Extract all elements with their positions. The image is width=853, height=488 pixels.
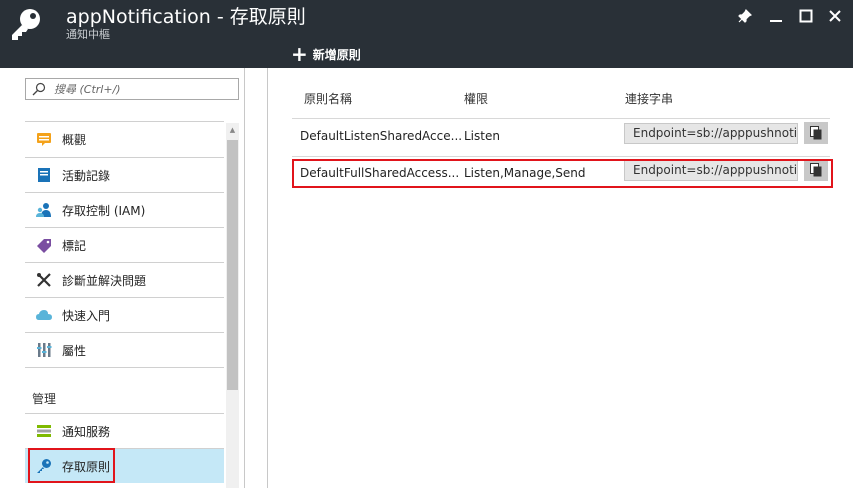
column-header-connection-string: 連接字串	[625, 92, 674, 106]
iam-icon	[36, 202, 52, 218]
overview-icon	[36, 131, 52, 147]
search-box[interactable]	[25, 78, 239, 100]
divider	[292, 118, 830, 119]
key-icon	[12, 9, 40, 40]
nav-item-label: 屬性	[62, 343, 87, 358]
properties-icon	[36, 342, 52, 358]
nav-item-label: 通知服務	[62, 424, 111, 439]
table-row[interactable]: DefaultFullSharedAccess... Listen,Manage…	[292, 157, 828, 191]
column-header-policy-name: 原則名稱	[304, 92, 353, 106]
copy-icon	[810, 126, 822, 140]
nav-item-label: 存取原則	[62, 459, 111, 474]
connection-string-field[interactable]: Endpoint=sb://apppushnoti	[624, 160, 798, 181]
connection-string-field[interactable]: Endpoint=sb://apppushnoti	[624, 123, 798, 144]
scroll-up-icon[interactable]: ▲	[226, 123, 239, 137]
page-subtitle: 通知中樞	[66, 28, 110, 41]
blade-header: appNotification - 存取原則 通知中樞 + 新增原則	[0, 0, 853, 68]
nav-item-diagnose[interactable]: 診斷並解決問題	[25, 263, 224, 297]
resource-menu: 概觀 活動記錄 存取控制 (IAM) 標記 診斷並解決問題	[0, 68, 245, 488]
wrench-icon	[36, 272, 52, 288]
search-input[interactable]	[54, 80, 234, 98]
search-icon	[32, 82, 46, 96]
policy-permissions: Listen,Manage,Send	[464, 166, 586, 180]
minimize-icon[interactable]	[766, 6, 786, 26]
nav-item-notification-services[interactable]: 通知服務	[25, 414, 224, 448]
nav-item-label: 概觀	[62, 132, 87, 147]
policies-pane: 原則名稱 權限 連接字串 DefaultListenSharedAcce... …	[268, 68, 853, 488]
nav-item-label: 快速入門	[62, 308, 111, 323]
copy-button[interactable]	[804, 159, 828, 181]
nav-item-label: 標記	[62, 238, 87, 253]
plus-icon: +	[291, 42, 308, 66]
copy-button[interactable]	[804, 122, 828, 144]
page-title: appNotification - 存取原則	[66, 6, 306, 28]
nav-item-tags[interactable]: 標記	[25, 228, 224, 262]
nav-item-access-policies[interactable]: 存取原則	[25, 449, 224, 483]
close-icon[interactable]	[825, 6, 845, 26]
add-policy-label: 新增原則	[312, 47, 361, 62]
section-header-manage: 管理	[32, 392, 57, 406]
copy-icon	[810, 163, 822, 177]
nav-item-label: 診斷並解決問題	[62, 273, 147, 288]
table-row[interactable]: DefaultListenSharedAcce... Listen Endpoi…	[292, 120, 828, 154]
nav-item-iam[interactable]: 存取控制 (IAM)	[25, 193, 224, 227]
nav-item-overview[interactable]: 概觀	[25, 122, 224, 156]
pane-gutter	[245, 68, 268, 488]
policy-permissions: Listen	[464, 129, 500, 143]
nav-item-activity-log[interactable]: 活動記錄	[25, 158, 224, 192]
divider	[25, 367, 224, 368]
pin-icon[interactable]	[735, 6, 755, 26]
policy-name: DefaultFullSharedAccess...	[300, 166, 460, 180]
tag-icon	[36, 237, 52, 253]
cloud-icon	[36, 307, 52, 323]
nav-item-label: 活動記錄	[62, 168, 111, 183]
add-policy-button[interactable]: + 新增原則	[291, 44, 361, 64]
scrollbar-thumb[interactable]	[227, 140, 238, 390]
nav-item-quickstart[interactable]: 快速入門	[25, 298, 224, 332]
policy-name: DefaultListenSharedAcce...	[300, 129, 463, 143]
maximize-icon[interactable]	[796, 6, 816, 26]
key-icon	[36, 458, 52, 474]
activity-log-icon	[36, 167, 52, 183]
column-header-permissions: 權限	[464, 92, 489, 106]
nav-item-properties[interactable]: 屬性	[25, 333, 224, 367]
notification-services-icon	[36, 423, 52, 439]
nav-item-label: 存取控制 (IAM)	[62, 203, 146, 218]
